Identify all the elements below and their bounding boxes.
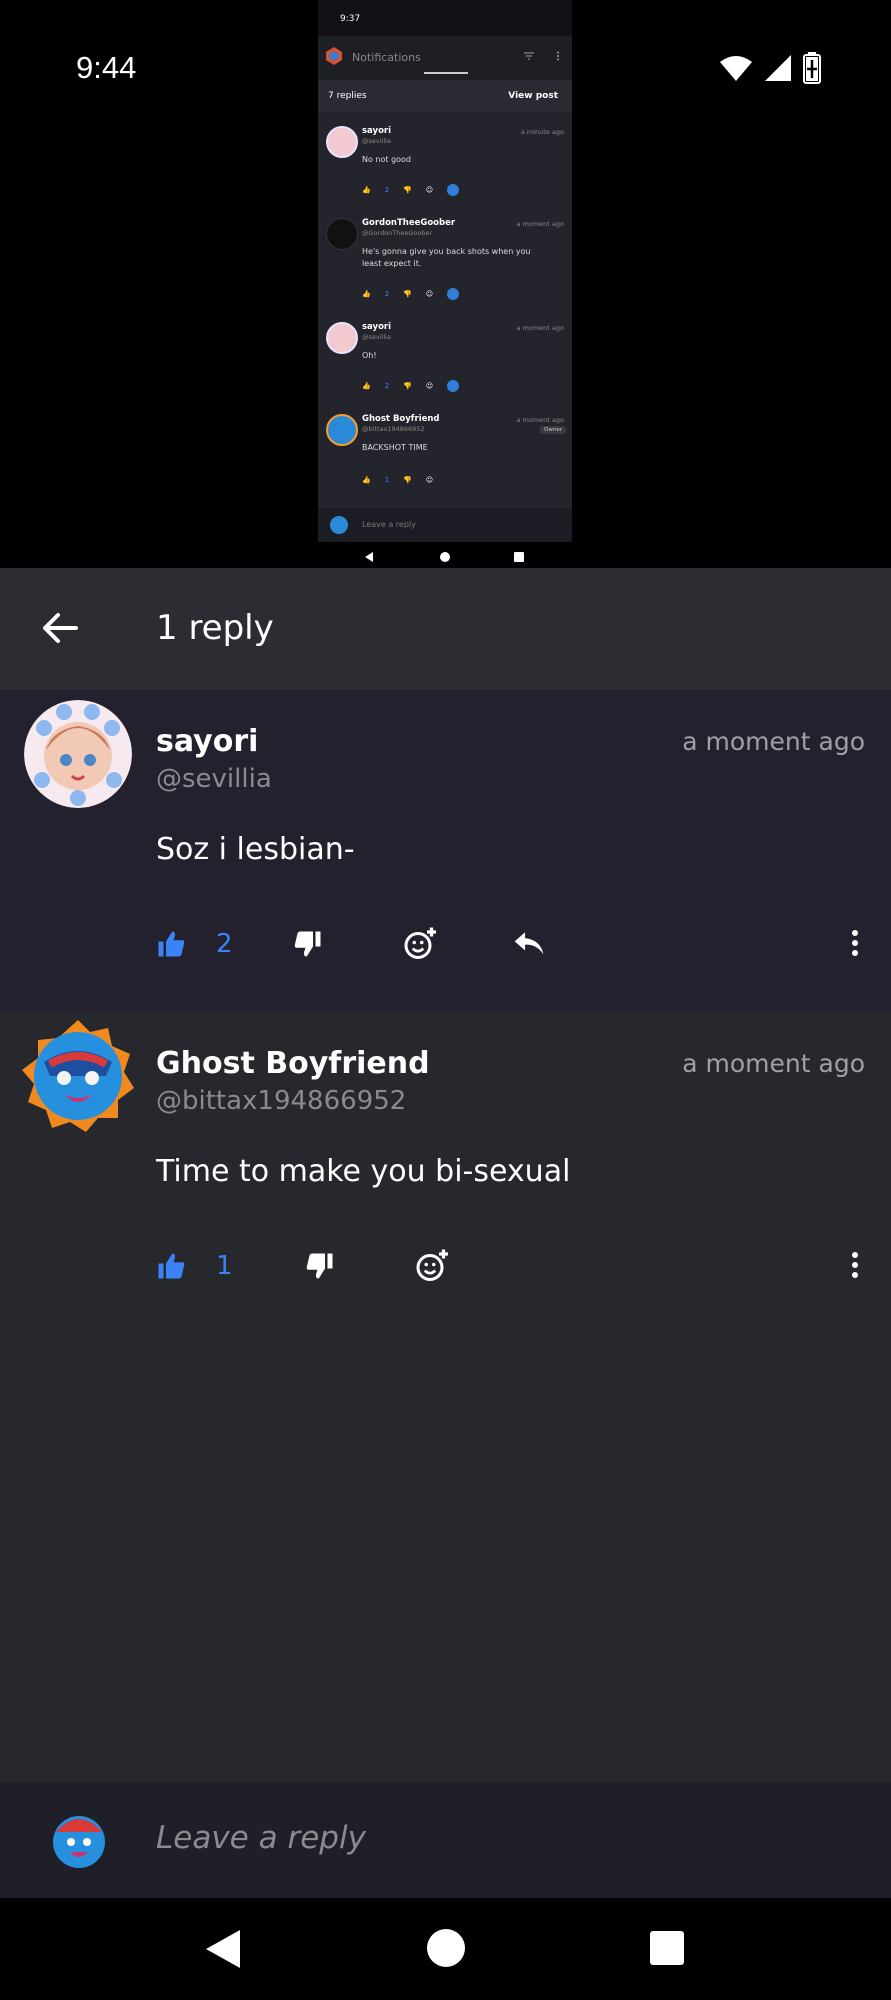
embedded-app-title: Notifications <box>352 51 421 64</box>
embedded-avatar <box>326 322 358 354</box>
more-options-icon[interactable] <box>851 930 859 956</box>
embedded-status-time: 9:37 <box>340 14 361 24</box>
page-title: 1 reply <box>156 608 274 648</box>
embedded-comment-name: sayori <box>362 322 392 332</box>
embedded-view-post: View post <box>508 91 558 101</box>
embedded-comment-time: a moment ago <box>516 220 564 228</box>
embedded-like-count: 1 <box>384 476 390 484</box>
comment-author-handle: @sevillia <box>156 764 272 794</box>
embedded-screenshot: 9:37 Notifications 7 replies View post s… <box>318 0 572 572</box>
embedded-replies-count: 7 replies <box>328 91 367 101</box>
more-options-icon[interactable] <box>851 1252 859 1278</box>
comment-actions: 1 <box>156 1248 451 1284</box>
embedded-avatar <box>326 126 358 158</box>
wifi-icon <box>720 56 752 81</box>
comment-author-handle: @bittax194866952 <box>156 1086 407 1116</box>
app-bar <box>0 568 891 690</box>
embedded-replies-header: 7 replies View post <box>318 80 572 112</box>
embedded-comment: sayori @sevillia a moment ago Oh! 👍 2 👎 ☺ <box>318 308 572 400</box>
embedded-like-count: 2 <box>384 186 390 194</box>
app-logo-icon <box>326 47 342 65</box>
comment-card: Ghost Boyfriend @bittax194866952 a momen… <box>0 1012 891 1782</box>
embedded-like-count: 2 <box>384 290 390 298</box>
embedded-reply-placeholder: Leave a reply <box>362 520 416 529</box>
comment-card: sayori @sevillia a moment ago Soz i lesb… <box>0 690 891 1012</box>
comment-author-name[interactable]: Ghost Boyfriend <box>156 1046 430 1081</box>
embedded-comment-handle: @GordonTheeGoober <box>362 229 433 237</box>
battery-icon <box>803 52 821 84</box>
embedded-comment-handle: @sevillia <box>362 137 391 145</box>
like-count: 1 <box>216 1251 233 1281</box>
reply-icon[interactable] <box>513 931 545 957</box>
embedded-comment: GordonTheeGoober @GordonTheeGoober a mom… <box>318 204 572 308</box>
comment-author-name[interactable]: sayori <box>156 724 258 759</box>
embedded-comment-text: He's gonna give you back shots when you … <box>362 247 531 268</box>
embedded-status-bar: 9:37 <box>318 0 572 36</box>
embedded-comment-time: a moment ago <box>516 416 564 424</box>
embedded-like-count: 2 <box>384 382 390 390</box>
like-icon[interactable] <box>156 1251 186 1281</box>
embedded-comment-handle: @sevillia <box>362 333 391 341</box>
embedded-comment-name: Ghost Boyfriend <box>362 414 440 424</box>
status-icons <box>719 52 821 84</box>
embedded-tab-underline <box>424 72 468 74</box>
embedded-recents-icon <box>514 552 524 562</box>
add-reaction-icon[interactable] <box>403 926 439 962</box>
avatar[interactable] <box>20 1018 136 1134</box>
signal-icon <box>765 55 791 81</box>
nav-back-icon[interactable] <box>204 1928 242 1970</box>
reply-bar <box>0 1782 891 1898</box>
like-count: 2 <box>216 929 233 959</box>
embedded-comment-text: BACKSHOT TIME <box>362 443 428 452</box>
status-time: 9:44 <box>76 50 137 85</box>
embedded-reply-bar: Leave a reply <box>318 508 572 542</box>
embedded-comment-time: a minute ago <box>520 128 564 136</box>
embedded-avatar <box>326 414 358 446</box>
add-reaction-icon[interactable] <box>415 1248 451 1284</box>
embedded-comment-text: No not good <box>362 155 412 164</box>
like-icon[interactable] <box>156 929 186 959</box>
embedded-comment-actions: 👍 2 👎 ☺ <box>362 184 460 196</box>
embedded-back-icon <box>365 552 373 562</box>
embedded-comment-name: GordonTheeGoober <box>362 218 456 228</box>
embedded-comment-name: sayori <box>362 126 392 136</box>
embedded-comment-actions: 👍 2 👎 ☺ <box>362 288 460 300</box>
comment-actions: 2 <box>156 926 545 962</box>
comment-text: Time to make you bi-sexual <box>156 1154 571 1189</box>
embedded-app-bar: Notifications <box>318 36 572 80</box>
comment-text: Soz i lesbian- <box>156 832 355 867</box>
avatar[interactable] <box>24 700 132 808</box>
dislike-icon[interactable] <box>293 929 323 959</box>
embedded-owner-badge: Owner <box>540 426 566 434</box>
embedded-comment: Ghost Boyfriend @bittax194866952 a momen… <box>318 400 572 492</box>
embedded-home-icon <box>440 552 450 562</box>
current-user-avatar <box>44 1802 114 1872</box>
reply-input[interactable]: Leave a reply <box>156 1820 366 1856</box>
dislike-icon[interactable] <box>305 1251 335 1281</box>
embedded-avatar <box>326 218 358 250</box>
more-vert-icon <box>556 51 560 61</box>
embedded-comment-actions: 👍 2 👎 ☺ <box>362 380 460 392</box>
embedded-comment-time: a moment ago <box>516 324 564 332</box>
nav-home-icon[interactable] <box>426 1928 466 1968</box>
back-arrow-icon[interactable] <box>40 608 80 648</box>
embedded-comment-text: Oh! <box>362 351 377 360</box>
filter-icon <box>524 52 534 60</box>
comment-timestamp: a moment ago <box>682 727 865 756</box>
embedded-comment: sayori @sevillia a minute ago No not goo… <box>318 112 572 204</box>
nav-recents-icon[interactable] <box>650 1931 684 1965</box>
embedded-comment-actions: 👍 1 👎 ☺ <box>362 476 434 484</box>
comment-timestamp: a moment ago <box>682 1049 865 1078</box>
embedded-comment-handle: @bittax194866952 <box>362 425 425 433</box>
